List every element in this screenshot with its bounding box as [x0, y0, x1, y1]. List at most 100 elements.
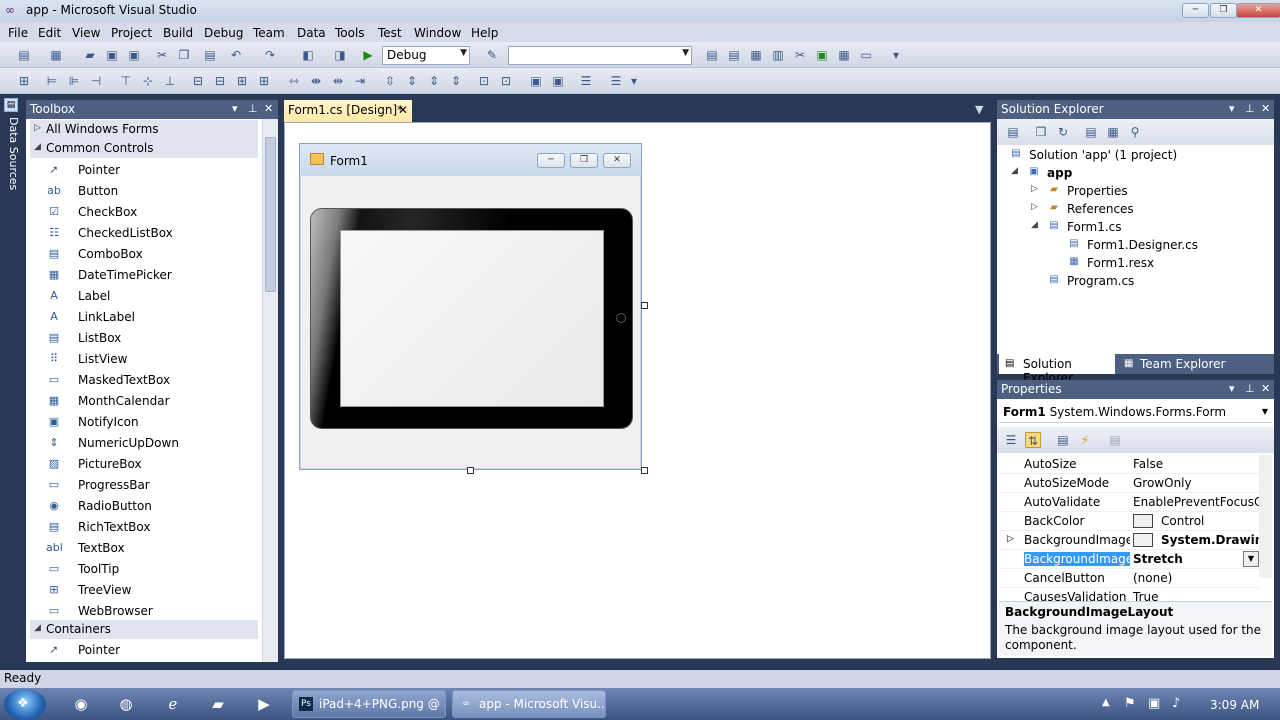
view-class-diagram-icon[interactable]: ⚲: [1127, 124, 1143, 140]
tree-node[interactable]: ▤ Program.cs: [997, 272, 1267, 290]
tab-order-icon[interactable]: ☰: [578, 73, 594, 89]
properties-view-icon[interactable]: ▤: [1055, 432, 1071, 448]
align-middles-icon[interactable]: ⊹: [140, 73, 156, 89]
tree-node[interactable]: ▷ ▰ Properties: [997, 182, 1267, 200]
remove-horizontal-spacing-icon[interactable]: ⇥: [352, 73, 368, 89]
remove-vertical-spacing-icon[interactable]: ⇕: [448, 73, 464, 89]
pin-icon[interactable]: ⊥: [1245, 102, 1255, 115]
maximize-button[interactable]: ❐: [1210, 3, 1237, 18]
send-to-back-icon[interactable]: ▣: [550, 73, 566, 89]
form1-preview[interactable]: Form1 ─ ❐ ✕: [299, 143, 642, 470]
menu-view[interactable]: View: [72, 24, 100, 40]
menu-project[interactable]: Project: [111, 24, 152, 40]
property-row[interactable]: ▷ BackgroundImage System.Drawing.: [999, 531, 1259, 550]
toolbox-item-datetimepicker[interactable]: ▦ DateTimePicker: [26, 264, 262, 285]
save-all-icon[interactable]: ▣: [126, 47, 142, 63]
toolbox-item-combobox[interactable]: ▤ ComboBox: [26, 243, 262, 264]
toolbox-item-webbrowser[interactable]: ▭ WebBrowser: [26, 600, 262, 621]
toolbar-options-icon[interactable]: ▾: [626, 73, 642, 89]
tools-icon[interactable]: ✂: [792, 47, 808, 63]
make-same-height-icon[interactable]: ⊟: [212, 73, 228, 89]
menu-edit[interactable]: Edit: [38, 24, 61, 40]
tree-node[interactable]: ▤ Form1.Designer.cs: [997, 236, 1267, 254]
view-designer-icon[interactable]: ▦: [1105, 124, 1121, 140]
paste-icon[interactable]: ▤: [202, 47, 218, 63]
cut-icon[interactable]: ✂: [154, 47, 170, 63]
tab-team-explorer[interactable]: ▦ Team Explorer: [1118, 354, 1226, 374]
close-icon[interactable]: ✕: [1261, 382, 1270, 395]
expand-icon[interactable]: ▷: [1031, 184, 1038, 194]
dropdown-arrow-icon[interactable]: ▼: [1243, 551, 1259, 567]
menu-team[interactable]: Team: [253, 24, 285, 40]
toolbox-item-progressbar[interactable]: ▭ ProgressBar: [26, 474, 262, 495]
property-row[interactable]: AutoSizeMode GrowOnly: [999, 474, 1259, 493]
property-value[interactable]: EnablePreventFocusChange: [1133, 495, 1259, 509]
start-debugging-icon[interactable]: ▶: [360, 47, 376, 63]
property-value[interactable]: GrowOnly: [1133, 476, 1259, 490]
resize-handle-right[interactable]: [641, 302, 648, 309]
clock[interactable]: 3:09 AM: [1210, 698, 1259, 712]
find-combo[interactable]: ▼: [508, 46, 692, 65]
expand-icon[interactable]: ▷: [1031, 202, 1038, 212]
chrome-icon[interactable]: ◉: [62, 691, 100, 718]
minimize-button[interactable]: ─: [1182, 3, 1209, 18]
center-vertically-icon[interactable]: ⊡: [498, 73, 514, 89]
toolbox-item-monthcalendar[interactable]: ▦ MonthCalendar: [26, 390, 262, 411]
navigate-backward-icon[interactable]: ◧: [300, 47, 316, 63]
increase-horizontal-spacing-icon[interactable]: ⇼: [308, 73, 324, 89]
window-position-icon[interactable]: ▾: [232, 102, 238, 115]
toolbox-item-label[interactable]: A Label: [26, 285, 262, 306]
view-code-icon[interactable]: ▤: [1083, 124, 1099, 140]
events-icon[interactable]: ⚡: [1077, 432, 1093, 448]
align-rights-icon[interactable]: ⊣: [88, 73, 104, 89]
toolbox-item-textbox[interactable]: abl TextBox: [26, 537, 262, 558]
firefox-icon[interactable]: ◍: [107, 691, 145, 718]
tree-node[interactable]: ▦ Form1.resx: [997, 254, 1267, 272]
toolbox-group-common-controls[interactable]: ◢ Common Controls: [30, 139, 258, 158]
open-file-icon[interactable]: ▰: [82, 47, 98, 63]
property-value[interactable]: (none): [1133, 571, 1259, 585]
tab-solution-explorer[interactable]: ▤ Solution Explorer: [999, 354, 1115, 385]
volume-icon[interactable]: ♪: [1172, 696, 1180, 711]
action-center-icon[interactable]: ⚑: [1124, 696, 1136, 711]
tree-node[interactable]: ▷ ▰ References: [997, 200, 1267, 218]
property-value[interactable]: False: [1133, 457, 1259, 471]
show-all-files-icon[interactable]: ❐: [1033, 124, 1049, 140]
properties-window-icon[interactable]: ▤: [726, 47, 742, 63]
menu-debug[interactable]: Debug: [204, 24, 243, 40]
toolbox-item-notifyicon[interactable]: ▣ NotifyIcon: [26, 411, 262, 432]
property-value[interactable]: Control: [1133, 514, 1259, 528]
close-tab-icon[interactable]: ✕: [398, 103, 408, 117]
align-lefts-icon[interactable]: ⊨: [44, 73, 60, 89]
undo-icon[interactable]: ↶: [228, 47, 244, 63]
toolbar-options-icon[interactable]: ▾: [888, 47, 904, 63]
menu-data[interactable]: Data: [297, 24, 326, 40]
collapse-icon[interactable]: ◢: [1011, 166, 1018, 176]
property-value[interactable]: System.Drawing.: [1133, 533, 1259, 547]
expand-icon[interactable]: ▷: [1007, 534, 1014, 544]
save-icon[interactable]: ▣: [104, 47, 120, 63]
close-icon[interactable]: ✕: [1261, 102, 1270, 115]
center-horizontally-icon[interactable]: ⊡: [476, 73, 492, 89]
property-row[interactable]: BackgroundImageLayoutStretch ▼: [999, 550, 1259, 569]
toolbox-item-radiobutton[interactable]: ◉ RadioButton: [26, 495, 262, 516]
menu-file[interactable]: File: [8, 24, 28, 40]
tab-form1-design[interactable]: Form1.cs [Design]* ✕: [284, 100, 412, 122]
command-window-icon[interactable]: ▭: [858, 47, 874, 63]
toolbox-item-linklabel[interactable]: A LinkLabel: [26, 306, 262, 327]
data-sources-side-tab[interactable]: ▤ Data Sources: [0, 95, 22, 670]
pin-icon[interactable]: ⊥: [248, 102, 258, 115]
align-centers-icon[interactable]: ⊫: [66, 73, 82, 89]
menu-tools[interactable]: Tools: [335, 24, 365, 40]
window-position-icon[interactable]: ▾: [1229, 102, 1235, 115]
property-pages-icon[interactable]: ▤: [1107, 432, 1123, 448]
file-explorer-icon[interactable]: ▰: [199, 691, 237, 718]
toolbox-item-treeview[interactable]: ⊞ TreeView: [26, 579, 262, 600]
lock-controls-icon[interactable]: ☰: [608, 73, 624, 89]
tree-node[interactable]: ◢ ▣ app: [997, 164, 1267, 182]
toolbox-item-listbox[interactable]: ▤ ListBox: [26, 327, 262, 348]
object-browser-icon[interactable]: ▦: [748, 47, 764, 63]
toolbox-item-pointer[interactable]: ➚ Pointer: [26, 639, 262, 660]
scrollbar-thumb[interactable]: [265, 137, 276, 292]
menu-build[interactable]: Build: [163, 24, 193, 40]
